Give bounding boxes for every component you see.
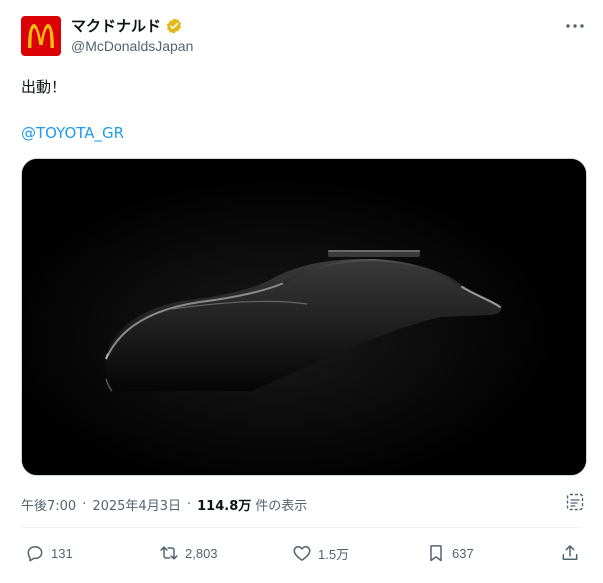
bookmark-button[interactable]: 637	[426, 543, 474, 563]
heart-icon	[293, 546, 311, 561]
action-divider	[21, 527, 582, 528]
post-date[interactable]: 2025年4月3日	[92, 495, 181, 514]
like-button[interactable]: 1.5万	[292, 543, 349, 563]
share-button[interactable]	[560, 543, 580, 563]
post-mention-link[interactable]: @TOYOTA_GR	[21, 124, 124, 142]
post-text: 出動！	[21, 78, 67, 96]
retweet-button[interactable]: 2,803	[159, 543, 218, 563]
like-count: 1.5万	[318, 546, 350, 562]
more-options-icon[interactable]	[563, 16, 587, 36]
tweet-card: マクドナルド @McDonaldsJapan 出動！ @TOYOTA_GR 午後…	[0, 0, 603, 583]
bookmark-count: 637	[452, 545, 474, 561]
views-count: 114.8万	[197, 499, 252, 514]
reply-button[interactable]: 131	[25, 543, 73, 563]
car-silhouette-image	[22, 159, 586, 475]
meta-separator: ·	[82, 497, 87, 512]
retweet-icon	[160, 546, 178, 560]
author-handle[interactable]: @McDonaldsJapan	[71, 38, 193, 54]
views-label: 件の表示	[255, 499, 308, 514]
post-meta: 午後7:00 · 2025年4月3日 · 114.8万 件の表示	[21, 495, 307, 514]
author-name-row[interactable]: マクドナルド	[71, 15, 183, 36]
verified-badge-icon[interactable]	[165, 17, 183, 35]
retweet-count: 2,803	[185, 545, 218, 561]
post-media-image[interactable]	[21, 158, 587, 476]
author-display-name[interactable]: マクドナルド	[71, 15, 161, 36]
share-icon	[562, 545, 578, 560]
author-avatar[interactable]	[21, 16, 61, 56]
mcdonalds-arches-icon	[28, 24, 54, 48]
meta-separator: ·	[186, 497, 192, 512]
bookmark-icon	[430, 545, 442, 562]
grok-explain-icon[interactable]	[565, 492, 585, 512]
reply-icon	[27, 546, 43, 562]
reply-count: 131	[51, 545, 73, 561]
post-time[interactable]: 午後7:00	[21, 495, 76, 514]
